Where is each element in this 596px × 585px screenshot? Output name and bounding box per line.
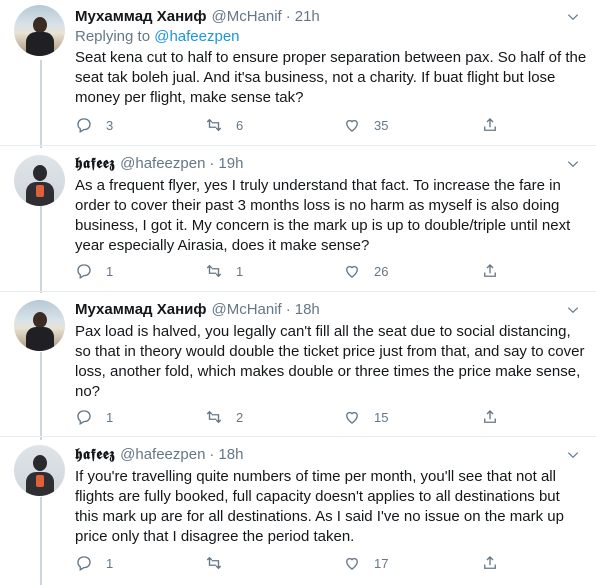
like-count: 17: [374, 555, 389, 571]
retweet-button[interactable]: 2: [205, 408, 243, 426]
separator-dot: ·: [285, 300, 291, 318]
share-button[interactable]: [481, 116, 499, 134]
separator-dot: ·: [285, 7, 291, 25]
separator-dot: ·: [209, 154, 215, 172]
reply-count: 3: [106, 117, 114, 133]
retweet-count: 1: [236, 263, 244, 279]
chevron-down-icon[interactable]: [566, 448, 580, 462]
tweet-actions: 1 1 26: [75, 262, 505, 282]
reply-icon: [77, 118, 91, 133]
avatar[interactable]: [14, 300, 65, 351]
retweet-icon: [206, 556, 222, 570]
tweet-text: If you're travelling quite numbers of ti…: [75, 468, 564, 545]
tweet-actions: 1 2 15: [75, 408, 505, 428]
avatar[interactable]: [14, 445, 65, 496]
heart-icon: [346, 557, 358, 570]
reply-button[interactable]: 1: [75, 262, 113, 280]
heart-icon: [346, 119, 358, 132]
like-count: 35: [374, 117, 389, 133]
separator-dot: ·: [209, 445, 215, 463]
reply-button[interactable]: 1: [75, 554, 113, 572]
tweet[interactable]: 𝖍𝖆𝖋𝖊𝖊𝖟 @hafeezpen · 19h As a frequent fl…: [0, 146, 596, 292]
share-button[interactable]: [481, 408, 499, 426]
replying-to: Replying to @hafeezpen: [75, 28, 240, 45]
tweet[interactable]: 𝖍𝖆𝖋𝖊𝖊𝖟 @hafeezpen · 18h If you're travel…: [0, 437, 596, 585]
like-count: 26: [374, 263, 389, 279]
reply-count: 1: [106, 555, 114, 571]
share-icon: [484, 556, 496, 569]
author-handle[interactable]: @McHanif: [211, 301, 281, 318]
share-icon: [484, 118, 496, 131]
author-handle[interactable]: @McHanif: [211, 8, 281, 25]
reply-icon: [77, 556, 91, 571]
avatar[interactable]: [14, 5, 65, 56]
like-button[interactable]: 35: [343, 116, 388, 134]
share-icon: [484, 264, 496, 277]
reply-button[interactable]: 1: [75, 408, 113, 426]
reply-icon: [77, 410, 91, 425]
retweet-button[interactable]: 1: [205, 262, 243, 280]
retweet-button[interactable]: [205, 554, 236, 572]
like-button[interactable]: 15: [343, 408, 388, 426]
share-button[interactable]: [481, 262, 499, 280]
timestamp[interactable]: 18h: [295, 301, 320, 318]
author-handle[interactable]: @hafeezpen: [120, 155, 205, 172]
tweet-text: Seat kena cut to half to ensure proper s…: [75, 49, 587, 106]
timestamp[interactable]: 21h: [295, 8, 320, 25]
like-count: 15: [374, 409, 389, 425]
tweet-text: As a frequent flyer, yes I truly underst…: [75, 177, 571, 254]
retweet-count: 2: [236, 409, 244, 425]
tweet-actions: 3 6 35: [75, 116, 505, 136]
tweet-text: Pax load is halved, you legally can't fi…: [75, 323, 585, 400]
retweet-icon: [206, 264, 222, 278]
reply-button[interactable]: 3: [75, 116, 113, 134]
author-name[interactable]: 𝖍𝖆𝖋𝖊𝖊𝖟: [75, 154, 115, 172]
heart-icon: [346, 265, 358, 278]
replying-to-mention[interactable]: @hafeezpen: [154, 28, 239, 45]
retweet-icon: [206, 410, 222, 424]
share-icon: [484, 410, 496, 423]
chevron-down-icon[interactable]: [566, 10, 580, 24]
chevron-down-icon[interactable]: [566, 157, 580, 171]
author-name[interactable]: Мухаммад Ханиф: [75, 301, 206, 318]
like-button[interactable]: 17: [343, 554, 388, 572]
author-handle[interactable]: @hafeezpen: [120, 446, 205, 463]
timestamp[interactable]: 19h: [218, 155, 243, 172]
author-name[interactable]: Мухаммад Ханиф: [75, 8, 206, 25]
tweet-actions: 1 17: [75, 554, 505, 574]
reply-icon: [77, 264, 91, 279]
replying-to-label: Replying to: [75, 28, 155, 45]
author-name[interactable]: 𝖍𝖆𝖋𝖊𝖊𝖟: [75, 445, 115, 463]
like-button[interactable]: 26: [343, 262, 388, 280]
retweet-count: 6: [236, 117, 244, 133]
tweet[interactable]: Мухаммад Ханиф @McHanif · 18h Pax load i…: [0, 292, 596, 437]
reply-count: 1: [106, 409, 114, 425]
timestamp[interactable]: 18h: [218, 446, 243, 463]
tweet[interactable]: Мухаммад Ханиф @McHanif · 21h Replying t…: [0, 0, 596, 146]
retweet-button[interactable]: 6: [205, 116, 243, 134]
retweet-icon: [206, 118, 222, 132]
share-button[interactable]: [481, 554, 499, 572]
avatar[interactable]: [14, 155, 65, 206]
chevron-down-icon[interactable]: [566, 303, 580, 317]
heart-icon: [346, 411, 358, 424]
reply-count: 1: [106, 263, 114, 279]
